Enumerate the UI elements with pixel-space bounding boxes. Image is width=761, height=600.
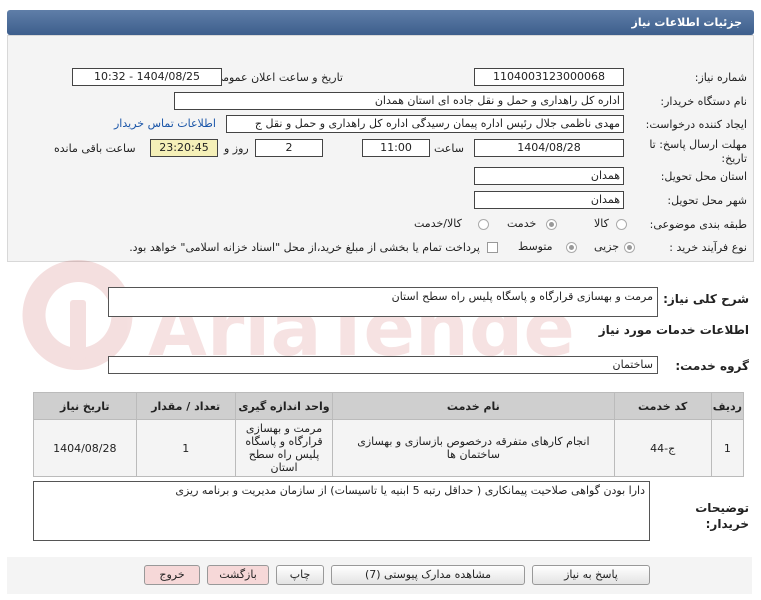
remaining-days-label: روز و [224, 142, 249, 155]
buyer-org-label: نام دستگاه خریدار: [660, 95, 747, 108]
delivery-city-field: همدان [474, 191, 624, 209]
purchase-option-medium: متوسط [518, 240, 553, 253]
col-name: نام خدمت [332, 392, 615, 420]
remaining-time-label: ساعت باقی مانده [54, 142, 136, 155]
table-row: 1 ج-44 انجام کارهای متفرقه درخصوص بازساز… [33, 419, 745, 477]
treasury-checkbox[interactable] [487, 242, 498, 253]
col-code: کد خدمت [613, 392, 712, 420]
exit-button[interactable]: خروج [144, 565, 200, 585]
remaining-time-field: 23:20:45 [150, 139, 218, 157]
deadline-label: مهلت ارسال پاسخ: تا تاریخ: [649, 138, 747, 165]
cell-name: انجام کارهای متفرقه درخصوص بازسازی و بهس… [332, 419, 615, 477]
services-heading: اطلاعات خدمات مورد نیاز [598, 323, 749, 337]
category-label: طبقه بندی موضوعی: [649, 218, 747, 231]
category-radio-goods-service[interactable] [478, 219, 489, 230]
category-radio-service[interactable] [546, 219, 557, 230]
remaining-days-field: 2 [255, 139, 323, 157]
buyer-notes-label: توضیحات خریدار: [695, 501, 749, 531]
category-option-goods-service: کالا/خدمت [414, 217, 462, 230]
description-label: شرح کلی نیاز: [663, 292, 749, 306]
category-radio-goods[interactable] [616, 219, 627, 230]
cell-qty: 1 [135, 419, 236, 477]
attachments-button[interactable]: مشاهده مدارک پیوستی (7) [331, 565, 525, 585]
buyer-notes-field: دارا بودن گواهی صلاحیت پیمانکاری ( حداقل… [33, 481, 650, 541]
table-header-row: ردیف کد خدمت نام خدمت واحد اندازه گیری ت… [33, 392, 745, 420]
deadline-date-field: 1404/08/28 [474, 139, 624, 157]
page-title: جزئیات اطلاعات نیاز [631, 16, 743, 29]
category-option-service: خدمت [507, 217, 537, 230]
back-button[interactable]: بازگشت [207, 565, 269, 585]
deadline-time-field: 11:00 [362, 139, 430, 157]
treasury-note: پرداخت تمام یا بخشی از مبلغ خرید،از محل … [129, 241, 480, 254]
purchase-option-minor: جزیی [594, 240, 620, 253]
delivery-province-label: استان محل تحویل: [660, 170, 747, 183]
deadline-time-label: ساعت [434, 142, 464, 155]
purchase-radio-minor[interactable] [624, 242, 635, 253]
need-number-label: شماره نیاز: [694, 71, 747, 84]
print-button[interactable]: چاپ [276, 565, 324, 585]
service-group-field: ساختمان [108, 356, 658, 374]
delivery-province-field: همدان [474, 167, 624, 185]
cell-row: 1 [710, 419, 745, 477]
buyer-contact-link[interactable]: اطلاعات تماس خریدار [114, 117, 216, 130]
description-field: مرمت و بهسازی قرارگاه و پاسگاه پلیس راه … [108, 287, 658, 317]
requester-field: مهدی ناظمی جلال رئیس اداره پیمان رسیدگی … [226, 115, 624, 133]
announce-datetime-label: تاریخ و ساعت اعلان عمومی: [210, 71, 343, 84]
aria-tender-watermark: AriaTender.net [22, 260, 578, 373]
cell-unit: مرمت و بهسازی قرارگاه و پاسگاه پلیس راه … [234, 419, 334, 477]
requester-label: ایجاد کننده درخواست: [645, 118, 747, 131]
need-number-field: 1104003123000068 [474, 68, 624, 86]
services-table: ردیف کد خدمت نام خدمت واحد اندازه گیری ت… [33, 392, 745, 477]
title-bar: جزئیات اطلاعات نیاز [7, 10, 754, 35]
category-option-goods: کالا [594, 217, 609, 230]
buyer-org-field: اداره کل راهداری و حمل و نقل جاده ای است… [174, 92, 624, 110]
cell-code: ج-44 [613, 419, 712, 477]
col-row: ردیف [710, 392, 745, 420]
purchase-type-label: نوع فرآیند خرید : [669, 241, 747, 254]
announce-datetime-field: 1404/08/25 - 10:32 [72, 68, 222, 86]
col-date: تاریخ نیاز [33, 392, 137, 420]
col-qty: تعداد / مقدار [135, 392, 236, 420]
service-group-label: گروه خدمت: [675, 359, 749, 373]
purchase-radio-medium[interactable] [566, 242, 577, 253]
cell-date: 1404/08/28 [33, 419, 137, 477]
respond-button[interactable]: پاسخ به نیاز [532, 565, 650, 585]
col-unit: واحد اندازه گیری [234, 392, 334, 420]
delivery-city-label: شهر محل تحویل: [667, 194, 747, 207]
